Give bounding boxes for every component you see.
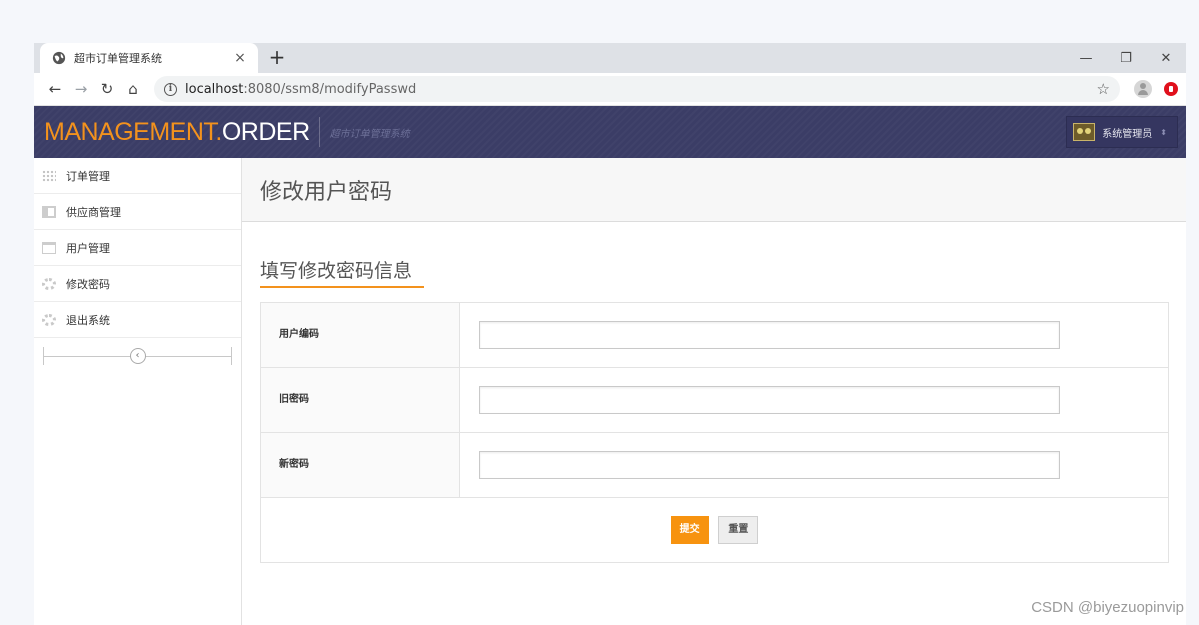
actions-cell: 提交 重置 — [260, 497, 1169, 563]
avatar — [1073, 123, 1096, 141]
field-label: 新密码 — [260, 432, 460, 498]
form-row-user-code: 用户编码 — [260, 302, 1169, 368]
window-controls: — ❐ ✕ — [1066, 43, 1186, 73]
back-icon[interactable]: ← — [42, 76, 68, 102]
old-password-input[interactable] — [479, 386, 1060, 414]
tab-strip: 超市订单管理系统 × + — ❐ ✕ — [34, 43, 1186, 73]
collapse-tick-left — [43, 347, 44, 365]
url-host: localhost — [185, 81, 244, 97]
chevron-left-icon[interactable]: ‹ — [129, 348, 146, 364]
globe-icon — [52, 51, 66, 65]
lifebuoy-icon — [42, 277, 56, 290]
sidebar-item-orders[interactable]: 订单管理 — [34, 158, 241, 194]
sidebar-item-suppliers[interactable]: 供应商管理 — [34, 194, 241, 230]
field-cell — [459, 367, 1169, 433]
form-row-old-password: 旧密码 — [260, 367, 1169, 433]
collapse-tick-right — [231, 347, 232, 365]
field-label: 旧密码 — [260, 367, 460, 433]
browser-toolbar: ← → ↻ ⌂ i localhost:8080/ssm8/modifyPass… — [34, 73, 1186, 106]
browser-tab[interactable]: 超市订单管理系统 × — [40, 43, 258, 73]
sidebar-collapse-row: ‹ — [34, 338, 241, 374]
restore-button[interactable]: ❐ — [1106, 43, 1146, 73]
tab-title: 超市订单管理系统 — [74, 52, 162, 65]
app-header: MANAGEMENT.ORDER 超市订单管理系统 系统管理员 ⬍ — [34, 106, 1186, 158]
sidebar-item-label: 订单管理 — [66, 169, 110, 183]
sidebar-item-label: 供应商管理 — [66, 205, 121, 219]
submit-button[interactable]: 提交 — [670, 516, 709, 544]
close-window-button[interactable]: ✕ — [1146, 43, 1186, 73]
section-title: 填写修改密码信息 — [260, 256, 425, 288]
logo-part1: MANAGEMENT. — [44, 117, 222, 146]
form-row-new-password: 新密码 — [260, 432, 1169, 498]
header-divider — [318, 117, 320, 147]
user-code-input[interactable] — [479, 321, 1060, 349]
block-icon — [42, 205, 56, 218]
sidebar-item-users[interactable]: 用户管理 — [34, 230, 241, 266]
grid-icon — [42, 169, 56, 182]
page-title: 修改用户密码 — [260, 179, 393, 205]
reset-button[interactable]: 重置 — [718, 516, 759, 544]
app-subtitle: 超市订单管理系统 — [329, 128, 410, 140]
lifebuoy-icon — [42, 313, 56, 326]
calendar-icon — [42, 241, 56, 254]
sidebar-item-label: 退出系统 — [66, 313, 110, 327]
field-cell — [459, 432, 1169, 498]
form-actions-row: 提交 重置 — [260, 497, 1169, 563]
url-text[interactable]: localhost:8080/ssm8/modifyPasswd — [185, 82, 416, 97]
watermark: CSDN @biyezuopinvip — [1031, 599, 1184, 616]
sidebar-item-label: 修改密码 — [66, 277, 110, 291]
user-name: 系统管理员 — [1102, 128, 1153, 140]
tab-close-icon[interactable]: × — [232, 50, 248, 66]
new-password-input[interactable] — [479, 451, 1060, 479]
minimize-button[interactable]: — — [1066, 43, 1106, 73]
logo-part2: ORDER — [221, 117, 310, 146]
password-form: 用户编码 旧密码 新密码 提交 重置 — [260, 302, 1169, 563]
url-path: :8080/ssm8/modifyPasswd — [243, 81, 417, 97]
sidebar: 订单管理 供应商管理 用户管理 修改密码 退出系统 ‹ — [34, 158, 242, 625]
user-menu-button[interactable]: 系统管理员 ⬍ — [1066, 116, 1178, 148]
extension-icon[interactable] — [1164, 82, 1178, 96]
content-area: 修改用户密码 填写修改密码信息 用户编码 旧密码 新密码 提交 重置 — [242, 158, 1186, 625]
main-layout: 订单管理 供应商管理 用户管理 修改密码 退出系统 ‹ 修改用户密码 填写修改密… — [34, 158, 1186, 625]
info-icon[interactable]: i — [164, 82, 177, 96]
reload-icon[interactable]: ↻ — [94, 76, 120, 102]
chevron-updown-icon: ⬍ — [1160, 127, 1167, 137]
new-tab-button[interactable]: + — [266, 47, 288, 67]
field-label: 用户编码 — [260, 302, 460, 368]
forward-icon[interactable]: → — [68, 76, 94, 102]
sidebar-item-logout[interactable]: 退出系统 — [34, 302, 241, 338]
profile-icon[interactable] — [1134, 80, 1152, 98]
bookmark-star-icon[interactable]: ☆ — [1097, 80, 1110, 98]
page-header: 修改用户密码 — [242, 158, 1186, 222]
browser-window: 超市订单管理系统 × + — ❐ ✕ ← → ↻ ⌂ i localhost:8… — [34, 43, 1186, 625]
sidebar-item-change-password[interactable]: 修改密码 — [34, 266, 241, 302]
address-bar[interactable]: i localhost:8080/ssm8/modifyPasswd ☆ — [154, 76, 1120, 102]
field-cell — [459, 302, 1169, 368]
home-icon[interactable]: ⌂ — [120, 76, 146, 102]
app-logo[interactable]: MANAGEMENT.ORDER — [44, 118, 310, 147]
sidebar-item-label: 用户管理 — [66, 241, 110, 255]
